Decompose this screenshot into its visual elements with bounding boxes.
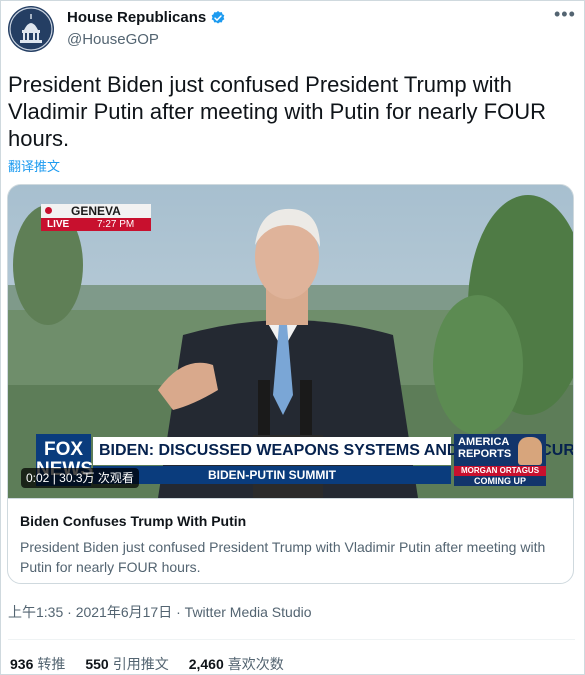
quote-count[interactable]: 550 引用推文 bbox=[85, 654, 168, 674]
meta-separator: · bbox=[67, 604, 76, 620]
author-name[interactable]: House Republicans bbox=[67, 9, 206, 26]
tweet-meta: 上午1:35 · 2021年6月17日 · Twitter Media Stud… bbox=[8, 602, 312, 622]
card-info[interactable]: Biden Confuses Trump With Putin Presiden… bbox=[8, 498, 573, 583]
tweet-date[interactable]: 2021年6月17日 bbox=[76, 604, 173, 620]
location-label: GENEVA bbox=[71, 204, 121, 218]
tweet-time[interactable]: 上午1:35 bbox=[8, 604, 63, 620]
tweet-text: President Biden just confused President … bbox=[8, 72, 546, 151]
like-count[interactable]: 2,460 喜欢次数 bbox=[189, 654, 284, 674]
location-banner: GENEVA LIVE 7:27 PM bbox=[41, 204, 151, 232]
promo-guest-name: MORGAN ORTAGUS bbox=[454, 466, 546, 476]
news-headline: BIDEN: DISCUSSED WEAPONS SYSTEMS AND CYB… bbox=[93, 437, 573, 465]
quote-count-label: 引用推文 bbox=[112, 656, 169, 672]
media-card[interactable]: GENEVA LIVE 7:27 PM FOX NEWS BIDEN: DISC… bbox=[7, 184, 574, 584]
divider bbox=[8, 639, 575, 640]
location-banner-top: GENEVA bbox=[41, 204, 151, 218]
tweet-source[interactable]: Twitter Media Studio bbox=[185, 604, 312, 620]
show-promo: AMERICA REPORTS MORGAN ORTAGUS COMING UP bbox=[454, 434, 546, 486]
author-name-row[interactable]: House Republicans bbox=[67, 9, 226, 26]
translate-link[interactable]: 翻译推文 bbox=[8, 156, 60, 175]
video-player[interactable]: GENEVA LIVE 7:27 PM FOX NEWS BIDEN: DISC… bbox=[8, 185, 573, 498]
video-views: 30.3万 次观看 bbox=[59, 471, 134, 485]
live-time-bar: LIVE 7:27 PM bbox=[41, 218, 151, 231]
like-count-label: 喜欢次数 bbox=[227, 656, 284, 672]
like-count-number: 2,460 bbox=[188, 656, 224, 672]
live-label: LIVE bbox=[47, 219, 70, 230]
meta-separator: · bbox=[176, 604, 185, 620]
video-time-views-badge: 0:02 | 30.3万 次观看 bbox=[21, 468, 139, 488]
author-handle[interactable]: @HouseGOP bbox=[67, 31, 159, 48]
tweet-stats: 936 转推 550 引用推文 2,460 喜欢次数 bbox=[10, 654, 284, 674]
verified-badge-icon bbox=[211, 10, 225, 24]
retweet-count[interactable]: 936 转推 bbox=[10, 654, 65, 674]
capitol-dome-icon bbox=[9, 7, 53, 51]
promo-tag: COMING UP bbox=[473, 476, 526, 486]
more-options-icon[interactable]: ••• bbox=[554, 4, 576, 25]
broadcast-time: 7:27 PM bbox=[97, 219, 135, 230]
live-dot-icon bbox=[45, 207, 52, 214]
retweet-count-label: 转推 bbox=[37, 656, 66, 672]
quote-count-number: 550 bbox=[85, 656, 109, 672]
retweet-count-number: 936 bbox=[10, 656, 34, 672]
video-timestamp: 0:02 bbox=[26, 471, 50, 485]
card-title[interactable]: Biden Confuses Trump With Putin bbox=[20, 513, 246, 529]
news-subheadline: BIDEN-PUTIN SUMMIT bbox=[93, 466, 451, 484]
promo-guest-photo bbox=[518, 437, 542, 465]
avatar[interactable] bbox=[8, 6, 54, 52]
card-description: President Biden just confused President … bbox=[20, 539, 546, 575]
